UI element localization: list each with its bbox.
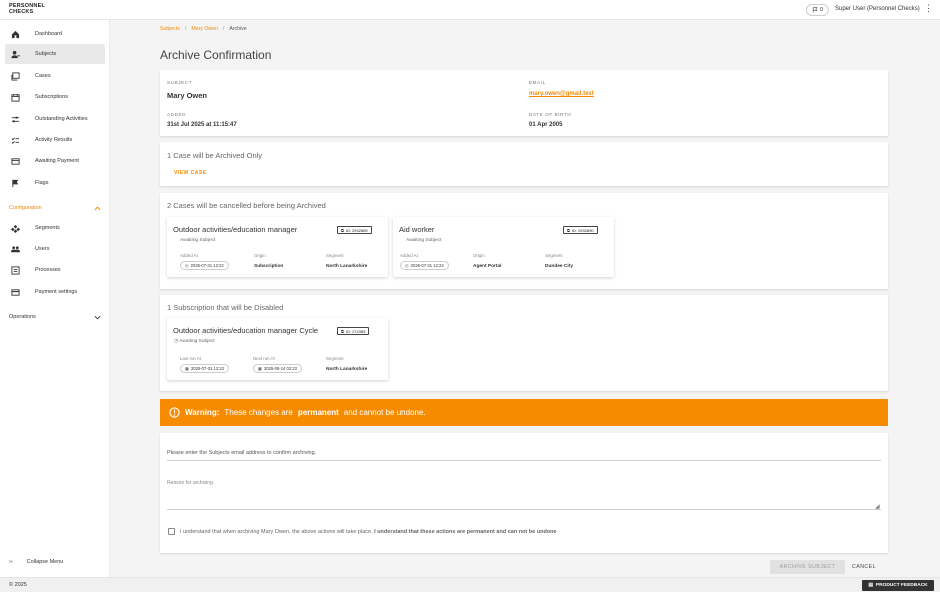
subscription-card[interactable]: Outdoor activities/education manager Cyc… bbox=[167, 318, 388, 380]
sidebar-item-subjects[interactable]: Subjects bbox=[5, 44, 105, 64]
sidebar-item-activity-results[interactable]: Activity Results bbox=[5, 130, 105, 150]
disabled-heading: 1 Subscription that will be Disabled bbox=[167, 303, 284, 312]
flag-count: 0 bbox=[820, 7, 823, 13]
sidebar-item-cases[interactable]: Cases bbox=[5, 66, 105, 86]
footer: © 2025 ▤ PRODUCT FEEDBACK bbox=[0, 577, 940, 592]
case-id-badge[interactable]: ⧉ ID: 2932890 bbox=[563, 226, 598, 234]
flag-icon bbox=[813, 7, 818, 13]
subscription-title: Outdoor activities/education manager Cyc… bbox=[173, 326, 319, 335]
email-label: EMAIL bbox=[529, 80, 546, 85]
clock-icon: ◷ bbox=[185, 263, 189, 268]
payment-icon bbox=[9, 155, 21, 167]
sidebar-item-flags[interactable]: Flags bbox=[5, 173, 105, 193]
sidebar-item-payment-settings[interactable]: Payment settings bbox=[5, 282, 105, 302]
dob-label: DATE OF BIRTH bbox=[529, 112, 572, 117]
sidebar-item-outstanding-activities[interactable]: Outstanding Activities bbox=[5, 109, 105, 129]
breadcrumb-current: Archive bbox=[229, 26, 247, 32]
sidebar-item-users[interactable]: Users bbox=[5, 239, 105, 259]
added-label: ADDED bbox=[167, 112, 187, 117]
next-run-date: ▦ 2025-08-14 02:22 bbox=[253, 364, 303, 373]
user-menu[interactable]: Super User (Personnel Checks) bbox=[835, 6, 920, 12]
chevron-down-icon bbox=[94, 315, 101, 320]
sidebar-item-processes[interactable]: Processes bbox=[5, 260, 105, 280]
case-added-date: ◷ 2025-07-31 12:22 bbox=[400, 261, 449, 270]
warning-banner: Warning: These changes are permanent and… bbox=[160, 399, 888, 426]
case-status: Awaiting Subject bbox=[406, 238, 442, 243]
home-icon bbox=[9, 28, 21, 40]
reason-field[interactable]: Reason for archiving bbox=[167, 480, 213, 486]
more-vert-icon[interactable]: ⋮ bbox=[924, 4, 933, 13]
sidebar-section-configuration[interactable]: Configuration bbox=[9, 202, 101, 214]
sidebar-item-subscriptions[interactable]: Subscriptions bbox=[5, 87, 105, 107]
dob-value: 01 Apr 2005 bbox=[529, 122, 563, 128]
case-added-date: ◷ 2025-07-31 12:22 bbox=[180, 261, 229, 270]
clock-icon: ◷ bbox=[174, 339, 179, 344]
app-logo[interactable]: PERSONNEL CHECKS bbox=[9, 3, 45, 15]
archive-subject-button[interactable]: ARCHIVE SUBJECT bbox=[770, 560, 845, 574]
case-id-badge[interactable]: ⧉ ID: 2932889 bbox=[337, 226, 372, 234]
subject-details-card: SUBJECT Mary Owen EMAIL mary.owen@gmail.… bbox=[160, 70, 888, 136]
subject-name: Mary Owen bbox=[167, 91, 208, 100]
sidebar-item-awaiting-payment[interactable]: Awaiting Payment bbox=[5, 151, 105, 171]
copyright: © 2025 bbox=[9, 582, 27, 588]
chevron-up-icon bbox=[94, 205, 101, 210]
cases-icon bbox=[9, 70, 21, 82]
flags-counter[interactable]: 0 bbox=[806, 4, 829, 16]
case-status: Awaiting Subject bbox=[180, 238, 216, 243]
last-run-date: ▦ 2025-07-31 12:22 bbox=[180, 364, 230, 373]
archived-only-heading: 1 Case will be Archived Only bbox=[167, 151, 263, 160]
email-confirm-underline bbox=[167, 460, 881, 461]
sidebar-item-dashboard[interactable]: Dashboard bbox=[5, 24, 105, 44]
sidebar-item-segments[interactable]: Segments bbox=[5, 218, 105, 238]
warning-icon bbox=[169, 407, 180, 418]
subject-email-link[interactable]: mary.owen@gmail.test bbox=[529, 91, 594, 97]
added-value: 31st Jul 2025 at 11:15:47 bbox=[167, 122, 237, 128]
copy-icon: ⧉ bbox=[567, 227, 570, 233]
process-icon bbox=[9, 264, 21, 276]
card-icon bbox=[9, 286, 21, 298]
subscription-status: ◷ Awaiting Subject bbox=[174, 339, 215, 344]
case-title: Outdoor activities/education manager bbox=[173, 225, 298, 234]
flag-icon bbox=[9, 177, 21, 189]
subject-label: SUBJECT bbox=[167, 80, 193, 85]
cancelled-heading: 2 Cases will be cancelled before being A… bbox=[167, 201, 326, 210]
feedback-icon: ▤ bbox=[868, 583, 873, 588]
checklist-icon bbox=[9, 134, 21, 146]
disabled-subscriptions-section: 1 Subscription that will be Disabled Out… bbox=[160, 295, 888, 391]
breadcrumb: Subjects / Mary Owen / Archive bbox=[160, 26, 247, 32]
clock-icon: ◷ bbox=[405, 263, 409, 268]
breadcrumb-subjects[interactable]: Subjects bbox=[160, 26, 180, 32]
cancelled-cases-section: 2 Cases will be cancelled before being A… bbox=[160, 193, 888, 289]
collapse-menu-button[interactable]: ›‹ Collapse Menu bbox=[9, 559, 63, 565]
archived-only-section: 1 Case will be Archived Only VIEW CASE bbox=[160, 142, 888, 186]
resize-handle-icon[interactable]: ◢ bbox=[875, 503, 880, 510]
calendar-icon bbox=[9, 91, 21, 103]
acknowledge-checkbox-row[interactable]: I understand that when archiving Mary Ow… bbox=[168, 528, 557, 535]
copy-icon: ⧉ bbox=[341, 227, 344, 233]
top-bar: PERSONNEL CHECKS 0 Super User (Personnel… bbox=[0, 0, 940, 20]
person-icon bbox=[9, 48, 21, 60]
ack-text: I understand that when archiving Mary Ow… bbox=[180, 528, 557, 535]
acknowledge-checkbox[interactable] bbox=[168, 528, 175, 535]
case-card[interactable]: Outdoor activities/education manager ⧉ I… bbox=[167, 217, 388, 277]
email-confirm-field[interactable]: Please enter the Subjects email address … bbox=[167, 450, 316, 456]
calendar-icon: ▦ bbox=[258, 366, 262, 371]
calendar-icon: ▦ bbox=[185, 366, 189, 371]
copy-icon: ⧉ bbox=[341, 328, 344, 334]
reason-underline bbox=[167, 509, 881, 510]
tune-icon bbox=[9, 113, 21, 125]
collapse-icon: ›‹ bbox=[9, 559, 13, 565]
view-case-link[interactable]: VIEW CASE bbox=[174, 170, 207, 176]
case-title: Aid worker bbox=[399, 225, 435, 234]
users-icon bbox=[9, 243, 21, 255]
page-title: Archive Confirmation bbox=[160, 48, 272, 62]
case-card[interactable]: Aid worker ⧉ ID: 2932890 Awaiting Subjec… bbox=[393, 217, 614, 277]
sidebar: Dashboard Subjects Cases Subscriptions O… bbox=[0, 20, 110, 592]
subscription-id-badge[interactable]: ⧉ ID: 274385 bbox=[337, 327, 370, 335]
cancel-button[interactable]: CANCEL bbox=[852, 560, 876, 574]
sidebar-section-operations[interactable]: Operations bbox=[9, 311, 101, 323]
product-feedback-button[interactable]: ▤ PRODUCT FEEDBACK bbox=[862, 580, 934, 591]
breadcrumb-subject[interactable]: Mary Owen bbox=[191, 26, 218, 32]
segments-icon bbox=[9, 222, 21, 234]
